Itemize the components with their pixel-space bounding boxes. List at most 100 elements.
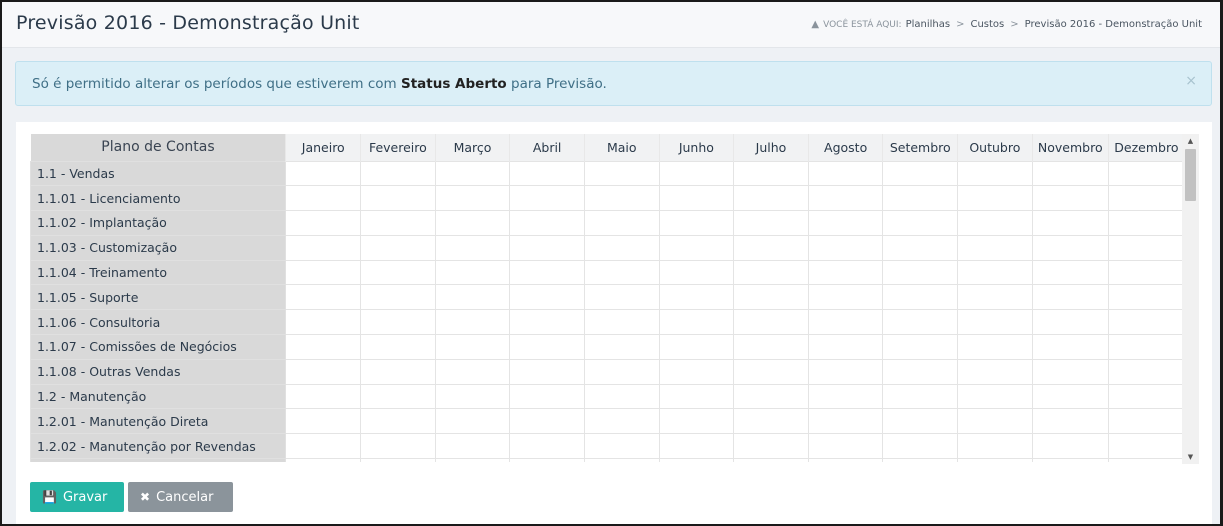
month-value-cell[interactable] <box>434 160 511 187</box>
month-value-cell[interactable] <box>583 259 660 286</box>
month-value-cell[interactable] <box>957 358 1033 385</box>
month-value-cell[interactable] <box>1107 408 1185 435</box>
month-value-cell[interactable] <box>434 458 511 462</box>
scroll-down-arrow-icon[interactable]: ▼ <box>1182 450 1199 464</box>
month-value-cell[interactable] <box>1107 458 1185 462</box>
month-value-cell[interactable] <box>509 284 585 311</box>
month-value-cell[interactable] <box>957 234 1033 261</box>
month-value-cell[interactable] <box>509 185 585 212</box>
month-value-cell[interactable] <box>360 234 436 261</box>
month-value-cell[interactable] <box>807 160 884 187</box>
month-value-cell[interactable] <box>434 408 511 435</box>
month-value-cell[interactable] <box>882 185 959 212</box>
month-value-cell[interactable] <box>509 309 585 336</box>
save-button[interactable]: 💾 Gravar <box>30 482 124 512</box>
month-value-cell[interactable] <box>733 234 809 261</box>
month-value-cell[interactable] <box>360 210 436 236</box>
month-value-cell[interactable] <box>285 160 362 187</box>
month-value-cell[interactable] <box>583 408 660 435</box>
month-value-cell[interactable] <box>733 458 809 462</box>
month-value-cell[interactable] <box>1031 234 1109 261</box>
month-value-cell[interactable] <box>658 284 735 311</box>
month-value-cell[interactable] <box>658 433 735 460</box>
month-value-cell[interactable] <box>1107 185 1185 212</box>
month-value-cell[interactable] <box>882 259 959 286</box>
month-value-cell[interactable] <box>658 210 735 236</box>
month-value-cell[interactable] <box>434 433 511 460</box>
month-value-cell[interactable] <box>882 433 959 460</box>
month-value-cell[interactable] <box>285 234 362 261</box>
month-value-cell[interactable] <box>882 358 959 385</box>
month-value-cell[interactable] <box>882 210 959 236</box>
month-value-cell[interactable] <box>1031 458 1109 462</box>
month-value-cell[interactable] <box>509 433 585 460</box>
month-value-cell[interactable] <box>1031 358 1109 385</box>
month-value-cell[interactable] <box>360 433 436 460</box>
month-value-cell[interactable] <box>360 408 436 435</box>
month-value-cell[interactable] <box>882 284 959 311</box>
month-value-cell[interactable] <box>807 383 884 410</box>
month-value-cell[interactable] <box>285 284 362 311</box>
month-value-cell[interactable] <box>360 259 436 286</box>
month-value-cell[interactable] <box>957 408 1033 435</box>
month-value-cell[interactable] <box>807 334 884 360</box>
month-value-cell[interactable] <box>285 458 362 462</box>
scrollbar-thumb[interactable] <box>1185 149 1196 201</box>
month-value-cell[interactable] <box>583 383 660 410</box>
month-value-cell[interactable] <box>733 284 809 311</box>
month-value-cell[interactable] <box>882 309 959 336</box>
month-value-cell[interactable] <box>658 408 735 435</box>
month-value-cell[interactable] <box>360 458 436 462</box>
month-value-cell[interactable] <box>1107 433 1185 460</box>
month-value-cell[interactable] <box>733 160 809 187</box>
month-value-cell[interactable] <box>807 433 884 460</box>
month-value-cell[interactable] <box>509 210 585 236</box>
month-value-cell[interactable] <box>733 185 809 212</box>
month-value-cell[interactable] <box>957 433 1033 460</box>
month-value-cell[interactable] <box>1107 383 1185 410</box>
month-value-cell[interactable] <box>882 408 959 435</box>
month-value-cell[interactable] <box>360 284 436 311</box>
month-value-cell[interactable] <box>658 185 735 212</box>
month-value-cell[interactable] <box>1107 358 1185 385</box>
month-value-cell[interactable] <box>434 284 511 311</box>
month-value-cell[interactable] <box>957 284 1033 311</box>
month-value-cell[interactable] <box>733 259 809 286</box>
month-value-cell[interactable] <box>360 309 436 336</box>
month-value-cell[interactable] <box>434 358 511 385</box>
month-value-cell[interactable] <box>658 259 735 286</box>
month-value-cell[interactable] <box>583 185 660 212</box>
month-value-cell[interactable] <box>583 234 660 261</box>
month-value-cell[interactable] <box>658 160 735 187</box>
month-value-cell[interactable] <box>1107 259 1185 286</box>
month-value-cell[interactable] <box>583 358 660 385</box>
month-value-cell[interactable] <box>285 383 362 410</box>
month-value-cell[interactable] <box>434 185 511 212</box>
month-value-cell[interactable] <box>583 160 660 187</box>
month-value-cell[interactable] <box>658 383 735 410</box>
month-value-cell[interactable] <box>1031 334 1109 360</box>
breadcrumb-item-planilhas[interactable]: Planilhas <box>906 19 951 30</box>
month-value-cell[interactable] <box>1107 334 1185 360</box>
month-value-cell[interactable] <box>285 408 362 435</box>
month-value-cell[interactable] <box>583 433 660 460</box>
month-value-cell[interactable] <box>1031 309 1109 336</box>
month-value-cell[interactable] <box>807 210 884 236</box>
month-value-cell[interactable] <box>285 309 362 336</box>
month-value-cell[interactable] <box>807 458 884 462</box>
month-value-cell[interactable] <box>957 185 1033 212</box>
month-value-cell[interactable] <box>583 284 660 311</box>
month-value-cell[interactable] <box>434 334 511 360</box>
month-value-cell[interactable] <box>285 210 362 236</box>
month-value-cell[interactable] <box>957 309 1033 336</box>
month-value-cell[interactable] <box>509 383 585 410</box>
month-value-cell[interactable] <box>583 309 660 336</box>
month-value-cell[interactable] <box>733 309 809 336</box>
month-value-cell[interactable] <box>1031 259 1109 286</box>
month-value-cell[interactable] <box>1107 309 1185 336</box>
month-value-cell[interactable] <box>434 259 511 286</box>
month-value-cell[interactable] <box>434 210 511 236</box>
scroll-up-arrow-icon[interactable]: ▲ <box>1182 134 1199 148</box>
month-value-cell[interactable] <box>360 185 436 212</box>
month-value-cell[interactable] <box>807 259 884 286</box>
